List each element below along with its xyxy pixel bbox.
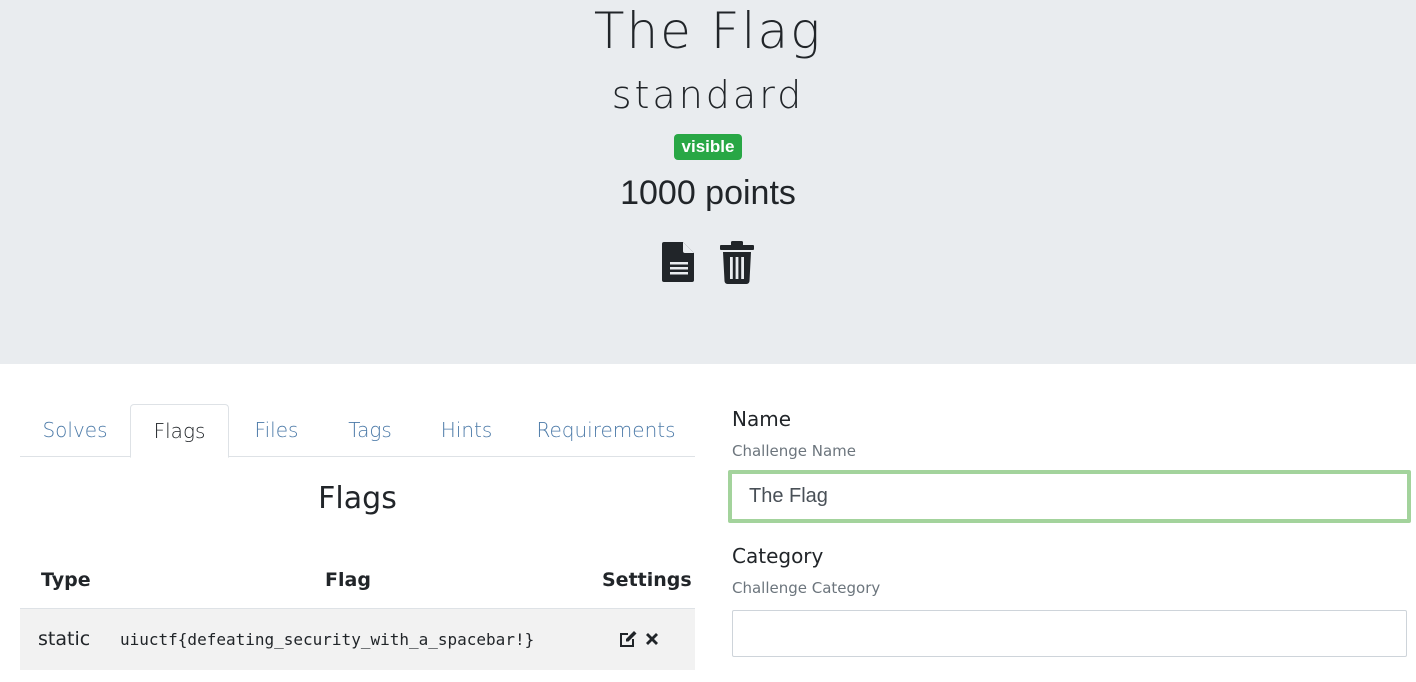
challenge-type: standard: [611, 73, 805, 117]
tab-hints[interactable]: Hints: [416, 404, 517, 457]
tab-solves[interactable]: Solves: [20, 404, 130, 457]
table-row: static uiuctf{defeating_security_with_a_…: [20, 609, 695, 670]
column-flag: Flag: [325, 569, 371, 591]
challenge-name-input[interactable]: [728, 470, 1411, 523]
tab-tags[interactable]: Tags: [324, 404, 416, 457]
column-type: Type: [41, 569, 91, 591]
challenge-actions: [0, 240, 1416, 284]
edit-icon[interactable]: [618, 629, 638, 649]
challenge-points: 1000 points: [620, 174, 796, 212]
category-help: Challenge Category: [732, 579, 881, 597]
flag-value: uiuctf{defeating_security_with_a_spaceba…: [120, 630, 535, 649]
column-settings: Settings: [602, 569, 692, 591]
tab-requirements[interactable]: Requirements: [517, 404, 695, 457]
flags-heading: Flags: [318, 481, 397, 516]
tab-files[interactable]: Files: [229, 404, 324, 457]
trash-icon[interactable]: [719, 240, 755, 284]
category-label: Category: [732, 544, 824, 568]
flags-table-header: Type Flag Settings: [20, 552, 695, 609]
flag-type: static: [38, 628, 91, 650]
flags-table: Type Flag Settings static uiuctf{defeati…: [20, 552, 695, 670]
challenge-header: The Flag standard visible 1000 points: [0, 0, 1416, 364]
name-help: Challenge Name: [732, 442, 857, 460]
challenge-title: The Flag: [593, 2, 823, 60]
tab-flags[interactable]: Flags: [130, 404, 229, 458]
challenge-tabs: Solves Flags Files Tags Hints Requiremen…: [20, 404, 695, 458]
flag-settings: [618, 629, 662, 649]
challenge-category-input[interactable]: [732, 610, 1407, 657]
close-icon[interactable]: [642, 629, 662, 649]
name-label: Name: [732, 407, 792, 431]
file-text-icon[interactable]: [661, 240, 697, 284]
visibility-badge: visible: [673, 134, 743, 160]
